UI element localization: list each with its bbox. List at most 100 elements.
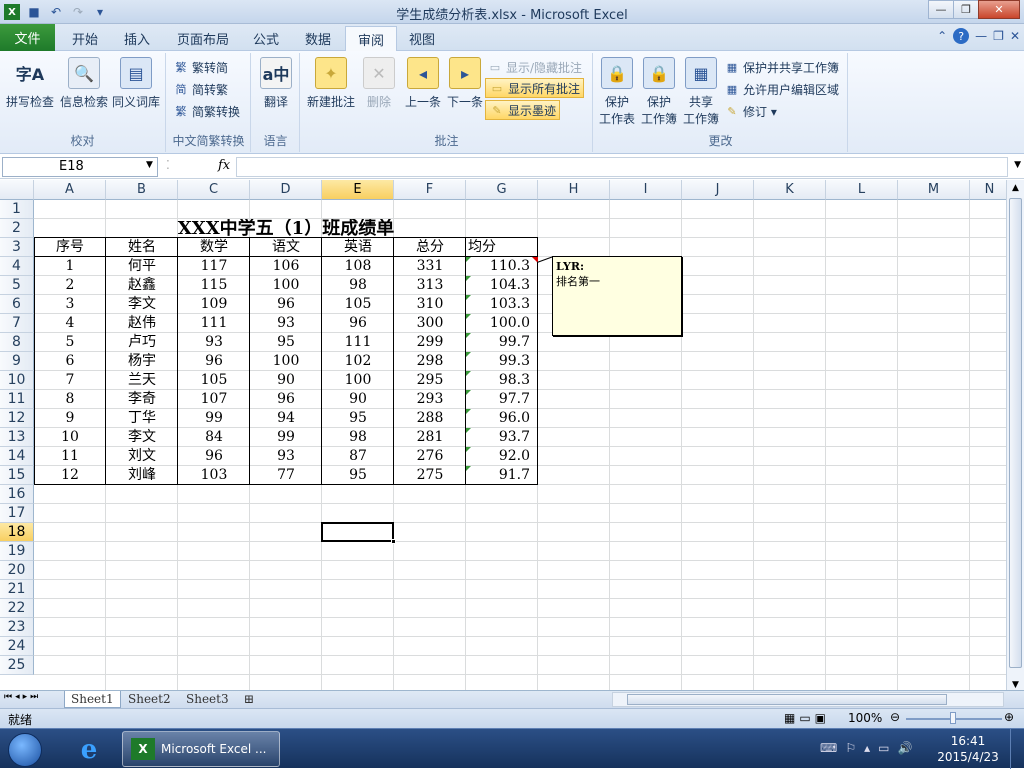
column-header-e[interactable]: E [322, 180, 394, 200]
table-cell[interactable]: 105 [178, 371, 250, 390]
table-cell[interactable]: 298 [394, 352, 466, 371]
row-header-3[interactable]: 3 [0, 238, 34, 257]
protect-share-workbook-button[interactable]: ▦ 保护并共享工作簿 [724, 57, 839, 77]
row-header-21[interactable]: 21 [0, 580, 34, 599]
table-cell[interactable]: 108 [322, 257, 394, 276]
table-cell[interactable]: 100.0 [466, 314, 538, 333]
row-header-4[interactable]: 4 [0, 257, 34, 276]
table-cell[interactable]: 99.3 [466, 352, 538, 371]
table-cell[interactable]: 何平 [106, 257, 178, 276]
table-header-cell[interactable]: 语文 [250, 238, 322, 257]
research-button[interactable]: 🔍 信息检索 [58, 57, 110, 110]
table-cell[interactable]: 102 [322, 352, 394, 371]
table-cell[interactable]: 7 [34, 371, 106, 390]
help-icon[interactable]: ? [953, 28, 970, 44]
table-cell[interactable]: 10 [34, 428, 106, 447]
table-cell[interactable]: 96 [178, 352, 250, 371]
table-cell[interactable]: 刘文 [106, 447, 178, 466]
allow-edit-ranges-button[interactable]: ▦ 允许用户编辑区域 [724, 79, 839, 99]
column-header-g[interactable]: G [466, 180, 538, 200]
table-cell[interactable]: 李奇 [106, 390, 178, 409]
table-cell[interactable]: 95 [250, 333, 322, 352]
table-cell[interactable]: 110.3 [466, 257, 538, 276]
column-header-a[interactable]: A [34, 180, 106, 200]
table-cell[interactable]: 99 [250, 428, 322, 447]
table-cell[interactable]: 100 [322, 371, 394, 390]
protect-sheet-button[interactable]: 🔒 保护 工作表 [596, 57, 638, 127]
table-cell[interactable]: 赵伟 [106, 314, 178, 333]
start-button[interactable] [8, 733, 42, 767]
tab-view[interactable]: 视图 [397, 26, 447, 51]
table-cell[interactable]: 99.7 [466, 333, 538, 352]
table-header-cell[interactable]: 英语 [322, 238, 394, 257]
table-cell[interactable]: 100 [250, 276, 322, 295]
row-header-24[interactable]: 24 [0, 637, 34, 656]
name-box-dropdown-icon[interactable]: ▼ [146, 160, 153, 170]
table-cell[interactable]: 310 [394, 295, 466, 314]
column-header-l[interactable]: L [826, 180, 898, 200]
vertical-scrollbar[interactable]: ▲ ▼ [1006, 180, 1024, 690]
translate-button[interactable]: a中 翻译 [252, 57, 300, 110]
table-cell[interactable]: 94 [250, 409, 322, 428]
doc-close-icon[interactable]: ✕ [1010, 29, 1020, 43]
column-header-c[interactable]: C [178, 180, 250, 200]
minimize-ribbon-icon[interactable]: ⌃ [937, 29, 947, 43]
row-header-2[interactable]: 2 [0, 219, 34, 238]
scroll-down-icon[interactable]: ▼ [1007, 680, 1024, 690]
table-cell[interactable]: 93.7 [466, 428, 538, 447]
table-cell[interactable]: 276 [394, 447, 466, 466]
table-cell[interactable]: 90 [250, 371, 322, 390]
table-cell[interactable]: 117 [178, 257, 250, 276]
table-cell[interactable]: 313 [394, 276, 466, 295]
tab-page-layout[interactable]: 页面布局 [165, 26, 241, 51]
row-header-25[interactable]: 25 [0, 656, 34, 675]
table-cell[interactable]: 4 [34, 314, 106, 333]
column-header-h[interactable]: H [538, 180, 610, 200]
expand-formula-icon[interactable]: ▼ [1014, 160, 1021, 170]
table-cell[interactable]: 90 [322, 390, 394, 409]
doc-minimize-icon[interactable]: — [975, 29, 987, 43]
table-cell[interactable]: 299 [394, 333, 466, 352]
active-cell-e18[interactable] [321, 522, 394, 542]
tray-icons[interactable]: ⌨⚐▴▭🔊 [820, 741, 920, 755]
row-header-7[interactable]: 7 [0, 314, 34, 333]
row-header-6[interactable]: 6 [0, 295, 34, 314]
row-header-16[interactable]: 16 [0, 485, 34, 504]
table-cell[interactable]: 96.0 [466, 409, 538, 428]
table-cell[interactable]: 300 [394, 314, 466, 333]
table-cell[interactable]: 93 [250, 314, 322, 333]
scroll-thumb[interactable] [1009, 198, 1022, 668]
column-header-d[interactable]: D [250, 180, 322, 200]
formula-input[interactable] [236, 157, 1008, 177]
name-box[interactable]: E18 [2, 157, 158, 177]
close-button[interactable]: ✕ [978, 0, 1020, 19]
select-all-corner[interactable] [0, 180, 34, 200]
protect-workbook-button[interactable]: 🔒 保护 工作簿 [638, 57, 680, 127]
sheet-nav-icons[interactable]: ⏮◂▸⏭ [4, 692, 41, 702]
column-header-k[interactable]: K [754, 180, 826, 200]
toggle-comment-button[interactable]: ▭ 显示/隐藏批注 [487, 57, 582, 77]
table-cell[interactable]: 107 [178, 390, 250, 409]
table-cell[interactable]: 3 [34, 295, 106, 314]
table-cell[interactable]: 77 [250, 466, 322, 485]
table-header-cell[interactable]: 姓名 [106, 238, 178, 257]
row-header-13[interactable]: 13 [0, 428, 34, 447]
table-cell[interactable]: 5 [34, 333, 106, 352]
column-header-i[interactable]: I [610, 180, 682, 200]
table-cell[interactable]: 105 [322, 295, 394, 314]
tab-formulas[interactable]: 公式 [241, 26, 291, 51]
table-cell[interactable]: 赵鑫 [106, 276, 178, 295]
row-header-18[interactable]: 18 [0, 523, 34, 542]
row-header-14[interactable]: 14 [0, 447, 34, 466]
fill-handle[interactable] [391, 539, 396, 544]
row-header-17[interactable]: 17 [0, 504, 34, 523]
tab-insert[interactable]: 插入 [112, 26, 162, 51]
table-cell[interactable]: 杨宇 [106, 352, 178, 371]
table-cell[interactable]: 98 [322, 276, 394, 295]
table-cell[interactable]: 111 [322, 333, 394, 352]
row-header-1[interactable]: 1 [0, 200, 34, 219]
scroll-up-icon[interactable]: ▲ [1007, 180, 1024, 196]
table-cell[interactable]: 87 [322, 447, 394, 466]
hscroll-thumb[interactable] [627, 694, 947, 705]
table-cell[interactable]: 93 [178, 333, 250, 352]
